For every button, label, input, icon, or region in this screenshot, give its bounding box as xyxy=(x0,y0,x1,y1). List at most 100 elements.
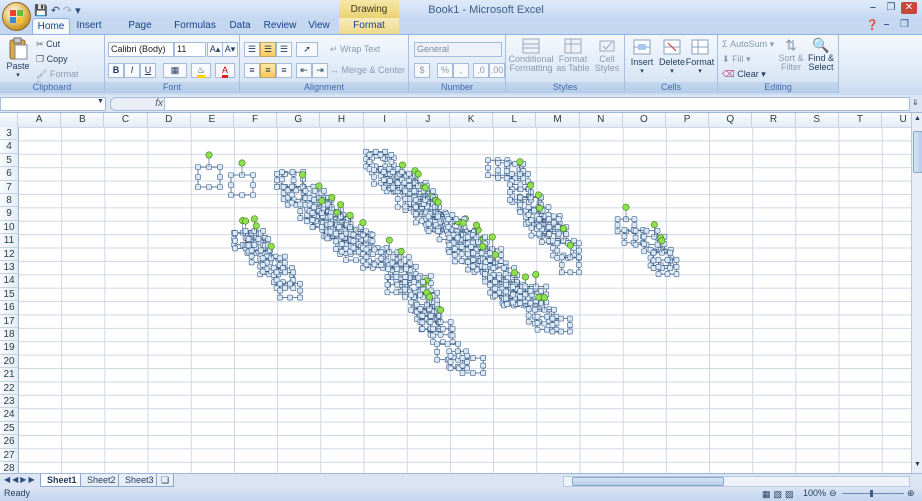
insert-cells-button[interactable]: Insert ▾ xyxy=(627,37,657,75)
zoom-in-icon[interactable]: ⊕ xyxy=(907,487,915,500)
cell-styles-button[interactable]: Cell Styles xyxy=(592,37,622,73)
selected-shape[interactable] xyxy=(195,151,223,190)
orientation-button[interactable]: ➚ xyxy=(296,42,318,57)
tab-format[interactable]: Format xyxy=(339,18,399,34)
sheet-tab-3[interactable]: Sheet3 xyxy=(118,474,161,487)
grow-font-button[interactable]: A▴ xyxy=(207,42,223,57)
wrap-text-button[interactable]: ↵ Wrap Text xyxy=(330,44,380,55)
bold-button[interactable]: B xyxy=(108,63,124,78)
paste-button[interactable]: Paste ▾ xyxy=(4,37,32,79)
row-header[interactable]: 28 xyxy=(0,462,19,473)
increase-indent-button[interactable]: ⇥ xyxy=(312,63,328,78)
decrease-indent-button[interactable]: ⇤ xyxy=(296,63,312,78)
office-button[interactable] xyxy=(2,2,31,31)
row-header[interactable]: 8 xyxy=(0,194,19,208)
sheet-nav-icon[interactable]: ◀◀▶▶ xyxy=(4,475,37,484)
merge-center-button[interactable]: ↔ Merge & Center xyxy=(330,65,405,75)
zoom-out-icon[interactable]: ⊖ xyxy=(829,487,837,500)
format-cells-button[interactable]: Format ▾ xyxy=(685,37,715,75)
cut-button[interactable]: ✂ Cut xyxy=(36,39,60,50)
row-header[interactable]: 10 xyxy=(0,220,19,235)
row-header[interactable]: 24 xyxy=(0,408,19,422)
autosum-button[interactable]: Σ AutoSum ▾ xyxy=(722,39,774,50)
name-box-dropdown-icon[interactable]: ▼ xyxy=(97,98,104,105)
tab-data[interactable]: Data xyxy=(226,18,254,34)
row-header[interactable]: 20 xyxy=(0,354,19,369)
currency-button[interactable]: $ xyxy=(414,63,430,78)
align-bottom-button[interactable]: ☰ xyxy=(276,42,292,57)
vertical-scrollbar[interactable]: ▲ ▼ xyxy=(911,113,922,473)
row-header[interactable]: 25 xyxy=(0,421,19,436)
selected-shape[interactable] xyxy=(378,236,401,268)
align-middle-button[interactable]: ☰ xyxy=(260,42,276,57)
clear-button[interactable]: ⌫ Clear ▾ xyxy=(722,69,766,80)
underline-button[interactable]: U xyxy=(140,63,156,78)
vertical-scroll-thumb[interactable] xyxy=(913,131,922,173)
find-select-button[interactable]: 🔍 Find & Select xyxy=(806,37,836,72)
scroll-up-icon[interactable]: ▲ xyxy=(914,115,921,122)
view-buttons-icon[interactable]: ▦▧▨ xyxy=(762,488,797,501)
sheet-tab-2[interactable]: Sheet2 xyxy=(80,474,123,487)
number-format-select[interactable]: General xyxy=(414,42,502,57)
tab-insert[interactable]: Insert xyxy=(72,18,106,34)
row-header[interactable]: 19 xyxy=(0,341,19,355)
insert-function-button[interactable]: fx xyxy=(110,97,168,111)
comma-style-button[interactable]: , xyxy=(453,63,469,78)
copy-button[interactable]: ❐ Copy xyxy=(36,54,68,65)
selected-shape[interactable] xyxy=(228,159,256,198)
horizontal-scroll-thumb[interactable] xyxy=(572,477,724,486)
selected-shape[interactable] xyxy=(650,237,673,272)
decrease-decimal-button[interactable]: .00 xyxy=(489,63,505,78)
selected-shape[interactable] xyxy=(277,280,303,301)
fill-button[interactable]: ⬇ Fill ▾ xyxy=(722,54,751,65)
selected-shape[interactable] xyxy=(558,241,582,276)
formula-input[interactable] xyxy=(164,97,910,111)
drawing-shapes-layer[interactable] xyxy=(0,113,911,473)
fill-color-button[interactable]: ♨ xyxy=(191,63,211,78)
delete-cells-button[interactable]: Delete ▾ xyxy=(657,37,687,75)
row-header[interactable]: 7 xyxy=(0,180,19,194)
tab-view[interactable]: View xyxy=(305,18,333,34)
conditional-formatting-button[interactable]: Conditional Formatting xyxy=(508,37,554,73)
row-header[interactable]: 13 xyxy=(0,261,19,275)
font-color-button[interactable]: A xyxy=(215,63,235,78)
row-header[interactable]: 15 xyxy=(0,287,19,302)
row-header[interactable]: 21 xyxy=(0,368,19,382)
horizontal-scrollbar[interactable] xyxy=(563,476,910,487)
row-header[interactable]: 22 xyxy=(0,381,19,395)
font-name-select[interactable]: Calibri (Body) xyxy=(108,42,174,57)
tab-formulas[interactable]: Formulas xyxy=(173,18,217,34)
align-right-button[interactable]: ≡ xyxy=(276,63,292,78)
zoom-slider[interactable] xyxy=(842,493,904,494)
row-header[interactable]: 9 xyxy=(0,207,19,221)
tab-page-layout[interactable]: Page Layout xyxy=(113,18,167,47)
row-header[interactable]: 4 xyxy=(0,140,19,154)
shrink-font-button[interactable]: A▾ xyxy=(222,42,238,57)
minimize-button[interactable]: ⎯ xyxy=(865,2,881,14)
worksheet-grid[interactable]: ABCDEFGHIJKLMNOPQRSTU 3 4 5 6 7 8 9 10 11 12 13 14 1… xyxy=(0,113,911,473)
row-header[interactable]: 17 xyxy=(0,314,19,328)
row-header[interactable]: 14 xyxy=(0,274,19,288)
name-box[interactable] xyxy=(0,97,106,111)
selected-shape[interactable] xyxy=(459,355,487,376)
ribbon-minimize-icon[interactable]: ⎯ xyxy=(884,19,889,30)
help-icon[interactable]: ❓ xyxy=(866,20,878,31)
font-size-select[interactable]: 11 xyxy=(174,42,206,57)
selected-shape[interactable] xyxy=(503,160,527,182)
row-header[interactable]: 5 xyxy=(0,153,19,168)
italic-button[interactable]: I xyxy=(124,63,140,78)
row-header[interactable]: 27 xyxy=(0,448,19,462)
row-header[interactable]: 26 xyxy=(0,435,19,449)
row-header[interactable]: 23 xyxy=(0,395,19,409)
sheet-tab-1[interactable]: Sheet1 xyxy=(40,474,84,487)
zoom-level[interactable]: 100% xyxy=(803,487,826,500)
insert-sheet-icon[interactable]: ❏ xyxy=(156,474,175,487)
tab-review[interactable]: Review xyxy=(262,18,298,34)
percent-button[interactable]: % xyxy=(437,63,453,78)
expand-formula-bar-icon[interactable]: ⇓ xyxy=(912,98,919,107)
row-header[interactable]: 11 xyxy=(0,234,19,248)
sort-filter-button[interactable]: ⇅ Sort & Filter xyxy=(776,37,806,72)
row-header[interactable]: 12 xyxy=(0,247,19,261)
row-header[interactable]: 16 xyxy=(0,301,19,315)
align-center-button[interactable]: ≡ xyxy=(260,63,276,78)
